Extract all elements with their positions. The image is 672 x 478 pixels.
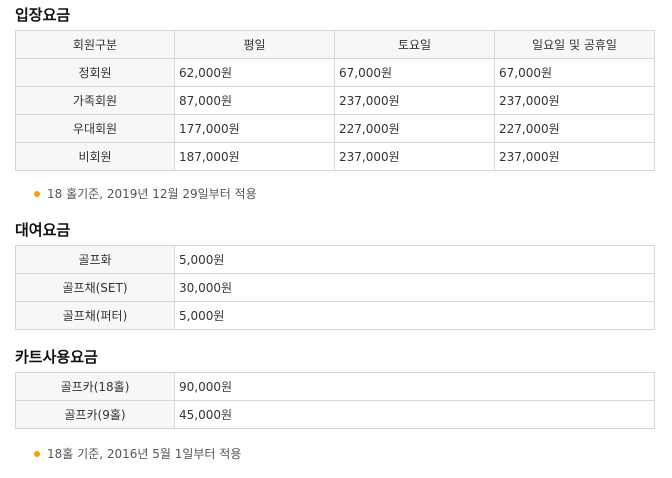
row-label: 가족회원 <box>15 86 175 115</box>
price-cell: 45,000원 <box>174 400 655 429</box>
price-cell: 237,000원 <box>334 142 495 171</box>
header-weekday: 평일 <box>174 30 335 59</box>
cart-table: 골프카(18홀) 90,000원 골프카(9홀) 45,000원 <box>15 372 655 429</box>
bullet-icon <box>34 451 40 457</box>
row-label: 골프카(18홀) <box>15 372 175 401</box>
rental-section: 대여요금 골프화 5,000원 골프채(SET) 30,000원 골프채(퍼터)… <box>15 221 655 330</box>
price-cell: 30,000원 <box>174 273 655 302</box>
admission-section: 입장요금 회원구분 평일 토요일 일요일 및 공휴일 정회원 62,000원 6… <box>15 6 655 171</box>
admission-note: 18 홀기준, 2019년 12월 29일부터 적용 <box>34 186 257 202</box>
price-cell: 177,000원 <box>174 114 335 143</box>
admission-title: 입장요금 <box>15 6 71 24</box>
header-saturday: 토요일 <box>334 30 495 59</box>
admission-table: 회원구분 평일 토요일 일요일 및 공휴일 정회원 62,000원 67,000… <box>15 30 655 171</box>
price-cell: 187,000원 <box>174 142 335 171</box>
row-label: 정회원 <box>15 58 175 87</box>
row-label: 골프카(9홀) <box>15 400 175 429</box>
bullet-icon <box>34 191 40 197</box>
price-cell: 87,000원 <box>174 86 335 115</box>
table-row: 골프채(SET) 30,000원 <box>15 273 655 302</box>
header-sunday-holiday: 일요일 및 공휴일 <box>494 30 655 59</box>
rental-table: 골프화 5,000원 골프채(SET) 30,000원 골프채(퍼터) 5,00… <box>15 245 655 330</box>
price-cell: 90,000원 <box>174 372 655 401</box>
price-cell: 237,000원 <box>334 86 495 115</box>
price-cell: 5,000원 <box>174 245 655 274</box>
price-cell: 237,000원 <box>494 142 655 171</box>
cart-title: 카트사용요금 <box>15 348 98 366</box>
cart-section: 카트사용요금 골프카(18홀) 90,000원 골프카(9홀) 45,000원 <box>15 348 655 429</box>
price-cell: 62,000원 <box>174 58 335 87</box>
row-label: 골프채(퍼터) <box>15 301 175 330</box>
table-row: 골프채(퍼터) 5,000원 <box>15 301 655 330</box>
cart-note-text: 18홀 기준, 2016년 5월 1일부터 적용 <box>47 447 242 461</box>
table-row: 우대회원 177,000원 227,000원 227,000원 <box>15 114 655 143</box>
table-row: 가족회원 87,000원 237,000원 237,000원 <box>15 86 655 115</box>
price-cell: 227,000원 <box>494 114 655 143</box>
table-row: 정회원 62,000원 67,000원 67,000원 <box>15 58 655 87</box>
row-label: 골프화 <box>15 245 175 274</box>
row-label: 비회원 <box>15 142 175 171</box>
table-header-row: 회원구분 평일 토요일 일요일 및 공휴일 <box>15 30 655 59</box>
header-member-type: 회원구분 <box>15 30 175 59</box>
cart-note: 18홀 기준, 2016년 5월 1일부터 적용 <box>34 446 241 462</box>
table-row: 골프화 5,000원 <box>15 245 655 274</box>
table-row: 골프카(18홀) 90,000원 <box>15 372 655 401</box>
price-cell: 5,000원 <box>174 301 655 330</box>
price-cell: 67,000원 <box>334 58 495 87</box>
table-row: 비회원 187,000원 237,000원 237,000원 <box>15 142 655 171</box>
table-row: 골프카(9홀) 45,000원 <box>15 400 655 429</box>
row-label: 우대회원 <box>15 114 175 143</box>
price-cell: 237,000원 <box>494 86 655 115</box>
price-cell: 67,000원 <box>494 58 655 87</box>
row-label: 골프채(SET) <box>15 273 175 302</box>
admission-note-text: 18 홀기준, 2019년 12월 29일부터 적용 <box>47 187 257 201</box>
price-cell: 227,000원 <box>334 114 495 143</box>
rental-title: 대여요금 <box>15 221 71 239</box>
